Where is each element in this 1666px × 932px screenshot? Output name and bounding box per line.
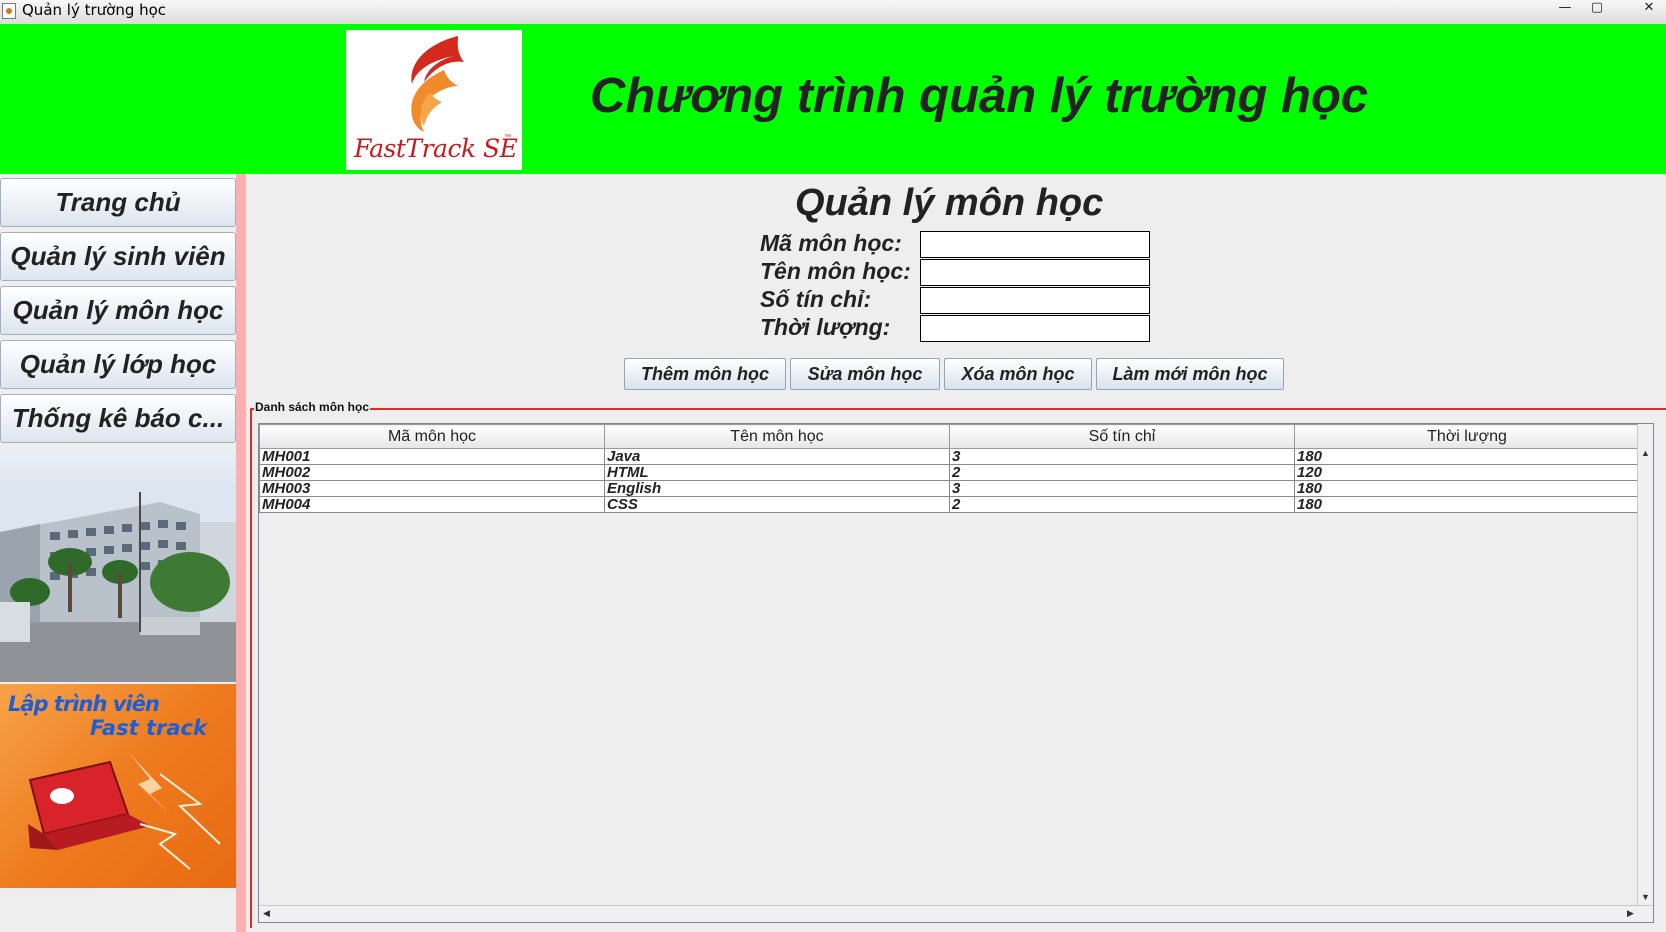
delete-subject-button[interactable]: Xóa môn học bbox=[944, 358, 1092, 390]
sidebar: Trang chủ Quản lý sinh viên Quản lý môn … bbox=[0, 174, 236, 932]
maximize-icon[interactable]: ▢ bbox=[1584, 0, 1610, 18]
add-subject-button[interactable]: Thêm môn học bbox=[624, 358, 786, 390]
scroll-right-icon[interactable]: ▶ bbox=[1627, 908, 1634, 919]
col-header-duration[interactable]: Thời lượng bbox=[1294, 424, 1640, 449]
col-header-code[interactable]: Mã môn học bbox=[259, 424, 605, 449]
promo-banner: Lập trình viên Fast track bbox=[0, 684, 236, 888]
page-title: Quản lý môn học bbox=[795, 182, 1104, 224]
cell-duration: 180 bbox=[1294, 448, 1640, 465]
subject-code-label: Mã môn học: bbox=[760, 230, 902, 256]
table-row[interactable]: MH001 Java 3 180 bbox=[259, 448, 1640, 465]
campus-photo bbox=[0, 452, 236, 682]
cell-duration: 180 bbox=[1294, 480, 1640, 497]
cell-code: MH001 bbox=[259, 448, 605, 465]
fasttrack-logo: FastTrack SE ™ bbox=[346, 30, 522, 170]
subject-name-label: Tên môn học: bbox=[760, 258, 911, 284]
cell-credits: 2 bbox=[949, 464, 1295, 481]
horizontal-scrollbar[interactable]: ◀ ▶ bbox=[259, 905, 1653, 922]
subject-name-input[interactable] bbox=[920, 259, 1150, 286]
cell-code: MH002 bbox=[259, 464, 605, 481]
cell-credits: 3 bbox=[949, 480, 1295, 497]
cell-name: English bbox=[604, 480, 950, 497]
nav-home-button[interactable]: Trang chủ bbox=[0, 178, 236, 227]
cell-name: Java bbox=[604, 448, 950, 465]
app-header: FastTrack SE ™ Chương trình quản lý trườ… bbox=[0, 24, 1666, 174]
credits-label: Số tín chỉ: bbox=[760, 286, 872, 312]
subject-table-container: Mã môn học Tên môn học Số tín chỉ Thời l… bbox=[258, 423, 1654, 923]
table-row[interactable]: MH003 English 3 180 bbox=[259, 480, 1640, 497]
table-row[interactable]: MH002 HTML 2 120 bbox=[259, 464, 1640, 481]
flame-icon bbox=[411, 36, 464, 132]
cell-code: MH003 bbox=[259, 480, 605, 497]
cell-duration: 120 bbox=[1294, 464, 1640, 481]
credits-input[interactable] bbox=[920, 287, 1150, 314]
subject-table[interactable]: Mã môn học Tên môn học Số tín chỉ Thời l… bbox=[259, 424, 1640, 513]
nav-classes-button[interactable]: Quản lý lớp học bbox=[0, 340, 236, 389]
window-titlebar: Quản lý trường học — ▢ ✕ bbox=[0, 0, 1666, 25]
subject-code-input[interactable] bbox=[920, 231, 1150, 258]
cell-credits: 3 bbox=[949, 448, 1295, 465]
cell-name: CSS bbox=[604, 496, 950, 513]
edit-subject-button[interactable]: Sửa môn học bbox=[790, 358, 940, 390]
refresh-subject-button[interactable]: Làm mới môn học bbox=[1096, 358, 1284, 390]
nav-students-button[interactable]: Quản lý sinh viên bbox=[0, 232, 236, 281]
scroll-up-icon[interactable]: ▲ bbox=[1641, 448, 1650, 458]
close-icon[interactable]: ✕ bbox=[1636, 0, 1662, 18]
cell-code: MH004 bbox=[259, 496, 605, 513]
cell-duration: 180 bbox=[1294, 496, 1640, 513]
scroll-down-icon[interactable]: ▼ bbox=[1641, 892, 1650, 902]
vertical-scrollbar[interactable]: ▲ ▼ bbox=[1637, 424, 1653, 906]
col-header-name[interactable]: Tên môn học bbox=[604, 424, 950, 449]
nav-reports-button[interactable]: Thống kê báo c... bbox=[0, 394, 236, 443]
app-title: Chương trình quản lý trường học bbox=[590, 69, 1369, 123]
duration-input[interactable] bbox=[920, 315, 1150, 342]
content-divider bbox=[236, 174, 246, 932]
col-header-credits[interactable]: Số tín chỉ bbox=[949, 424, 1295, 449]
duration-label: Thời lượng: bbox=[760, 314, 891, 340]
table-row[interactable]: MH004 CSS 2 180 bbox=[259, 496, 1640, 513]
scroll-left-icon[interactable]: ◀ bbox=[263, 908, 270, 919]
cell-credits: 2 bbox=[949, 496, 1295, 513]
minimize-icon[interactable]: — bbox=[1552, 0, 1578, 18]
logo-trademark: ™ bbox=[504, 134, 511, 141]
table-header-row: Mã môn học Tên môn học Số tín chỉ Thời l… bbox=[259, 424, 1640, 449]
window-title: Quản lý trường học bbox=[22, 1, 167, 19]
cell-name: HTML bbox=[604, 464, 950, 481]
logo-text: FastTrack SE bbox=[354, 134, 518, 163]
nav-subjects-button[interactable]: Quản lý môn học bbox=[0, 286, 236, 335]
subject-list-title: Danh sách môn học bbox=[254, 400, 371, 414]
laptop-illustration bbox=[28, 754, 221, 870]
java-app-icon bbox=[2, 3, 16, 19]
